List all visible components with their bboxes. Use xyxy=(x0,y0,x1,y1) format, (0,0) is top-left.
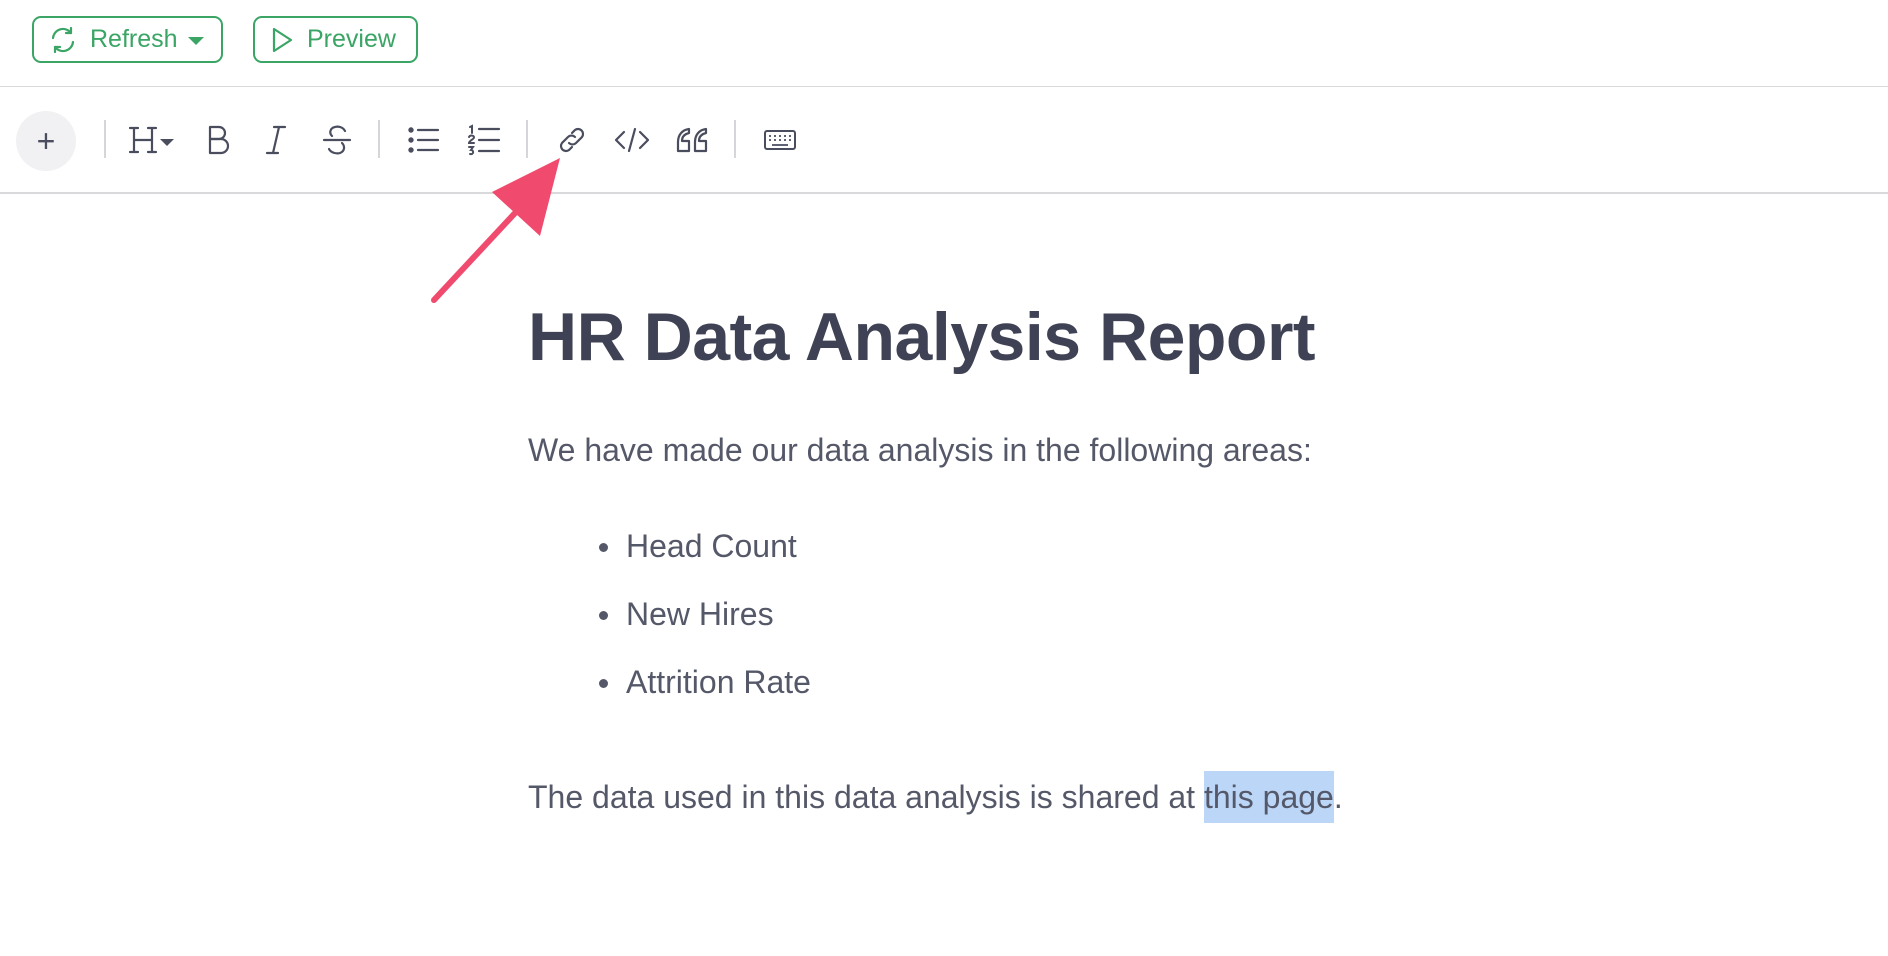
annotation-arrow xyxy=(431,158,560,303)
refresh-icon xyxy=(51,26,75,53)
list-item[interactable]: New Hires xyxy=(528,580,811,648)
document-title[interactable]: HR Data Analysis Report xyxy=(528,298,1316,376)
heading-button[interactable] xyxy=(128,87,178,192)
data-sentence-text: The data used in this data analysis is s… xyxy=(528,779,1204,815)
play-icon xyxy=(272,27,293,52)
bulleted-list[interactable]: Head Count New Hires Attrition Rate xyxy=(528,512,811,716)
intro-paragraph[interactable]: We have made our data analysis in the fo… xyxy=(528,432,1312,469)
refresh-button[interactable]: Refresh xyxy=(32,16,223,63)
code-button[interactable] xyxy=(612,87,652,192)
keyboard-icon xyxy=(764,129,796,150)
quote-icon xyxy=(676,127,708,152)
toolbar-divider xyxy=(378,120,380,158)
top-action-bar: Refresh Preview xyxy=(0,0,1888,87)
refresh-label: Refresh xyxy=(90,25,178,53)
keyboard-shortcuts-button[interactable] xyxy=(760,87,800,192)
plus-icon: + xyxy=(36,122,56,159)
italic-button[interactable] xyxy=(258,87,294,192)
list-item[interactable]: Attrition Rate xyxy=(528,648,811,716)
code-icon xyxy=(614,127,650,152)
toolbar-divider xyxy=(104,120,106,158)
bold-icon xyxy=(208,125,230,154)
data-sentence-period: . xyxy=(1333,779,1343,815)
bold-button[interactable] xyxy=(200,87,236,192)
preview-button[interactable]: Preview xyxy=(253,16,418,63)
list-item[interactable]: Head Count xyxy=(528,512,811,580)
formatting-toolbar: + xyxy=(0,87,1888,194)
toolbar-divider xyxy=(734,120,736,158)
heading-icon xyxy=(128,126,174,153)
add-block-button[interactable]: + xyxy=(16,111,76,171)
preview-label: Preview xyxy=(307,25,396,53)
data-source-paragraph[interactable]: The data used in this data analysis is s… xyxy=(528,771,1343,823)
selected-text[interactable]: this page xyxy=(1203,771,1334,823)
strikethrough-icon xyxy=(322,125,352,154)
quote-button[interactable] xyxy=(672,87,712,192)
italic-icon xyxy=(265,125,287,154)
chevron-down-icon[interactable] xyxy=(187,36,204,45)
strikethrough-button[interactable] xyxy=(318,87,356,192)
